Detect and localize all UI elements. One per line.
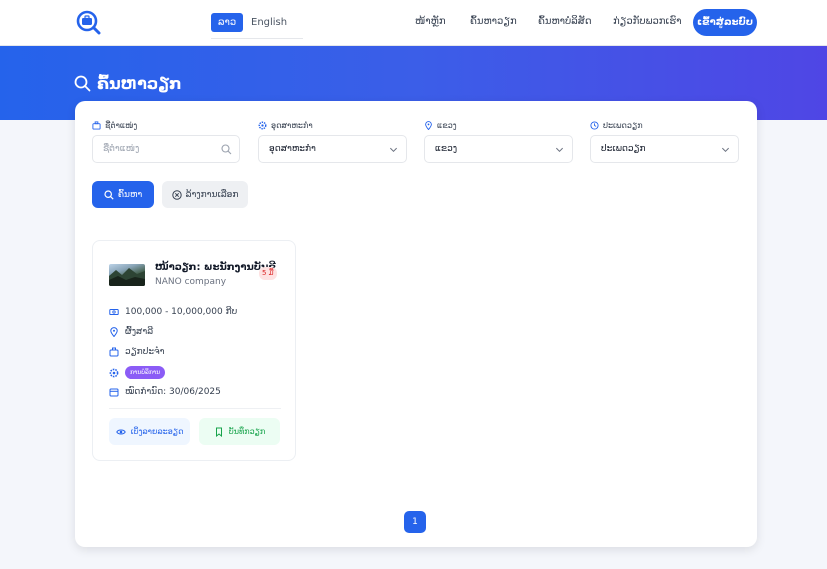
clock-icon — [590, 121, 599, 130]
gear-icon — [109, 368, 119, 377]
logo-briefcase-search-icon[interactable] — [76, 10, 101, 35]
nav-about-us[interactable]: ກ່ຽວກັບພວກເຮົາ — [613, 16, 681, 27]
map-pin-icon — [110, 327, 118, 337]
days-left-badge: 5 ມື້ — [259, 267, 277, 280]
industry-filter-label: ອຸດສາຫະກຳ — [258, 121, 313, 130]
job-title[interactable]: ໜ້າວຽກ: ພະນັກງານບັນຊີ — [155, 262, 276, 273]
briefcase-icon — [92, 121, 101, 130]
page-title-text: ຄົ້ນຫາວຽກ — [97, 74, 182, 93]
briefcase-icon — [109, 347, 119, 357]
gear-icon — [258, 121, 267, 130]
company-logo — [109, 264, 145, 286]
search-icon — [221, 144, 232, 155]
job-category: ການບໍລິການ — [109, 366, 166, 379]
chevron-down-icon — [555, 147, 564, 153]
chevron-down-icon — [721, 147, 730, 153]
save-job-button[interactable]: ບັນທຶກວຽກ — [199, 418, 280, 445]
page-title: ຄົ້ນຫາວຽກ — [74, 74, 182, 93]
lang-english-button[interactable]: English — [251, 13, 287, 32]
lang-underline — [211, 38, 303, 39]
job-card-divider — [109, 408, 281, 409]
eye-icon — [115, 429, 126, 434]
nav-home[interactable]: ໜ້າຫຼັກ — [415, 16, 446, 27]
navbar: ລາວ English ໜ້າຫຼັກ ຄົ້ນຫາວຽກ ຄົ້ນຫາບໍລິ… — [0, 0, 827, 46]
province-filter-label: ແຂວງ — [424, 121, 457, 130]
chevron-down-icon — [389, 147, 398, 153]
search-icon — [74, 75, 91, 92]
map-pin-icon — [425, 121, 432, 130]
jobtype-filter-label: ປະເພດວຽກ — [590, 121, 643, 130]
company-name: NANO company — [155, 277, 227, 287]
search-button[interactable]: ຄົ້ນຫາ — [92, 181, 154, 208]
job-card[interactable]: ໜ້າວຽກ: ພະນັກງານບັນຊີ NANO company 5 ມື້… — [92, 240, 296, 461]
category-tag: ການບໍລິການ — [125, 366, 166, 379]
search-card: ຊື່ຕຳແໜ່ງ ຊື່ຕຳແໜ່ງ ອຸດສາຫະກຳ ອຸດສາຫະກຳ … — [75, 101, 757, 547]
job-deadline: ໝົດກຳນົດ: 30/06/2025 — [109, 387, 221, 397]
job-location: ຜົ້ງສາລີ — [109, 327, 153, 337]
clear-filters-button[interactable]: ລ້າງການເລືອກ — [162, 181, 248, 208]
jobtype-select[interactable]: ປະເພດວຽກ — [590, 135, 739, 163]
bookmark-icon — [215, 427, 222, 437]
pagination-page-1[interactable]: 1 — [404, 511, 426, 533]
lang-lao-button[interactable]: ລາວ — [211, 13, 244, 32]
view-details-button[interactable]: ເບິ່ງລາຍລະອຽດ — [109, 418, 190, 445]
login-button[interactable]: ເຂົ້າສູ່ລະບົບ — [693, 9, 757, 36]
job-salary: 100,000 - 10,000,000 ກີບ — [109, 307, 237, 317]
calendar-icon — [109, 388, 119, 397]
close-circle-icon — [171, 189, 182, 200]
province-select[interactable]: ແຂວງ — [424, 135, 573, 163]
position-filter-label: ຊື່ຕຳແໜ່ງ — [92, 121, 137, 130]
search-icon — [104, 189, 114, 200]
money-icon — [109, 309, 119, 315]
nav-search-companies[interactable]: ຄົ້ນຫາບໍລິສັດ — [538, 16, 592, 27]
nav-search-jobs[interactable]: ຄົ້ນຫາວຽກ — [470, 16, 517, 27]
job-type: ວຽກປະຈຳ — [109, 347, 165, 357]
position-search-input[interactable]: ຊື່ຕຳແໜ່ງ — [92, 135, 240, 163]
industry-select[interactable]: ອຸດສາຫະກຳ — [258, 135, 407, 163]
